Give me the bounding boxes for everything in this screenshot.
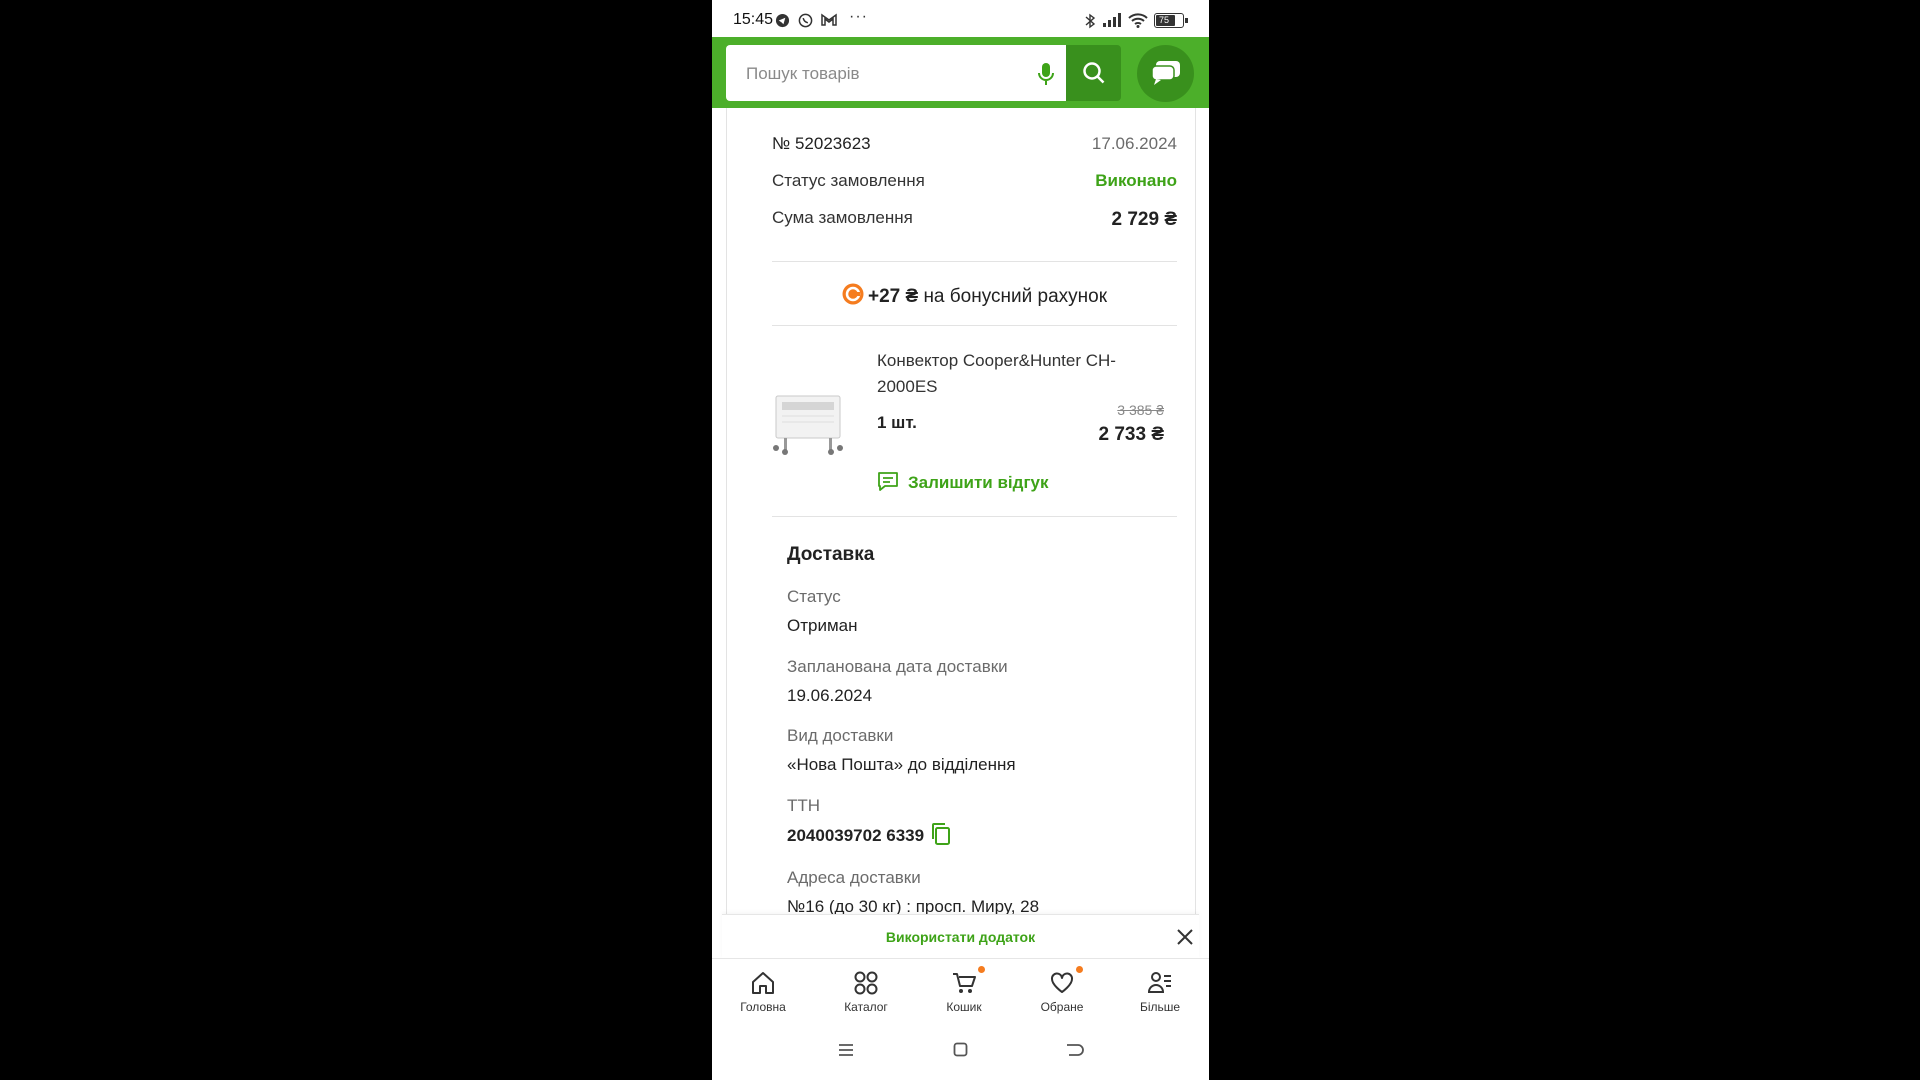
search-placeholder: Пошук товарів [746,64,860,83]
leave-review-label: Залишити відгук [908,473,1049,492]
order-date: 17.06.2024 [1091,134,1177,153]
more-notifications-icon: ··· [849,8,868,25]
order-status-value: Виконано [1095,171,1177,190]
wifi-icon [1128,13,1148,29]
tab-cart[interactable]: Кошик [924,959,1004,1021]
order-number: № 52023623 [772,134,871,153]
leave-review-button[interactable]: Залишити відгук [876,470,1048,499]
back-icon[interactable] [1066,1043,1084,1062]
review-icon [876,470,900,499]
tab-home-label: Головна [740,1000,786,1014]
bluetooth-icon [1084,13,1100,29]
battery-level: 75 [1159,15,1170,25]
order-sum-row: Сума замовлення 2 729 ₴ [772,208,1178,230]
use-app-banner[interactable]: Використати додаток [722,914,1199,959]
chat-button[interactable] [1137,45,1194,102]
product-image[interactable] [772,378,843,458]
order-sum-label: Сума замовлення [772,208,913,227]
chat-icon [1151,60,1181,91]
status-time: 15:45 [733,11,774,28]
viber-icon [798,13,814,29]
tab-favorites-label: Обране [1040,1000,1084,1014]
catalog-icon [854,971,878,995]
signal-icon [1102,13,1121,29]
bonus-coin-icon [842,283,864,311]
delivery-date-value: 19.06.2024 [787,686,873,705]
bonus-text: на бонусний рахунок [923,286,1108,307]
product-price: 2 733 ₴ [1098,424,1165,445]
tab-cart-label: Кошик [946,1000,982,1014]
delivery-heading: Доставка [787,544,875,565]
home-square-icon[interactable] [953,1042,968,1062]
heart-icon [1051,972,1073,993]
bonus-row: +27 ₴ на бонусний рахунок [772,283,1177,311]
delivery-type-value: «Нова Пошта» до відділення [787,755,1016,774]
telegram-icon [775,13,791,29]
delivery-status-value: Отриман [787,616,858,635]
cart-badge-dot [978,966,985,973]
profile-more-icon [1147,972,1171,993]
battery-icon: 75 [1154,13,1188,28]
ttn-label: ТТН [787,796,821,815]
tab-catalog[interactable]: Каталог [826,959,906,1021]
copy-icon [932,823,950,845]
bonus-amount: +27 ₴ [867,286,919,307]
order-status-label: Статус замовлення [772,171,925,190]
ttn-value: 2040039702 6339 [787,826,925,845]
bottom-tab-bar: Головна Каталог Кошик Обране Більше [712,958,1209,1022]
divider [772,325,1177,326]
gmail-icon [821,13,837,29]
status-bar: 15:45 ··· 75 [712,0,1209,36]
order-sum-value: 2 729 ₴ [1111,209,1178,230]
tab-catalog-label: Каталог [844,1000,888,1014]
phone-screen: 15:45 ··· 75 Пошук товарів № 52023623 17… [712,0,1209,1080]
delivery-address-label: Адреса доставки [787,868,921,887]
tab-more-label: Більше [1139,1000,1181,1014]
favorites-badge-dot [1076,966,1083,973]
divider [772,261,1177,262]
order-card: № 52023623 17.06.2024 Статус замовлення … [726,108,1196,918]
product-quantity: 1 шт. [877,413,917,432]
menu-icon[interactable] [838,1043,854,1062]
tab-home[interactable]: Головна [723,959,803,1021]
delivery-type-label: Вид доставки [787,726,894,745]
tab-more[interactable]: Більше [1120,959,1200,1021]
divider [772,516,1177,517]
search-input[interactable]: Пошук товарів [726,45,1066,101]
copy-ttn-button[interactable] [930,822,952,851]
search-icon [1082,61,1106,90]
product-old-price: 3 385 ₴ [1117,402,1164,418]
tab-favorites[interactable]: Обране [1022,959,1102,1021]
microphone-icon[interactable] [1038,62,1054,91]
product-name[interactable]: Конвектор Cooper&Hunter CH-2000ES [877,348,1147,400]
close-icon[interactable] [1176,928,1194,951]
delivery-date-label: Запланована дата доставки [787,657,1008,676]
system-nav-bar [712,1021,1209,1080]
use-app-label[interactable]: Використати додаток [722,929,1199,945]
order-number-row: № 52023623 17.06.2024 [772,134,1177,154]
top-header: Пошук товарів [712,37,1209,108]
delivery-status-label: Статус [787,587,841,606]
order-status-row: Статус замовлення Виконано [772,171,1177,191]
cart-icon [953,973,976,993]
home-icon [752,972,774,994]
search-button[interactable] [1066,45,1121,101]
